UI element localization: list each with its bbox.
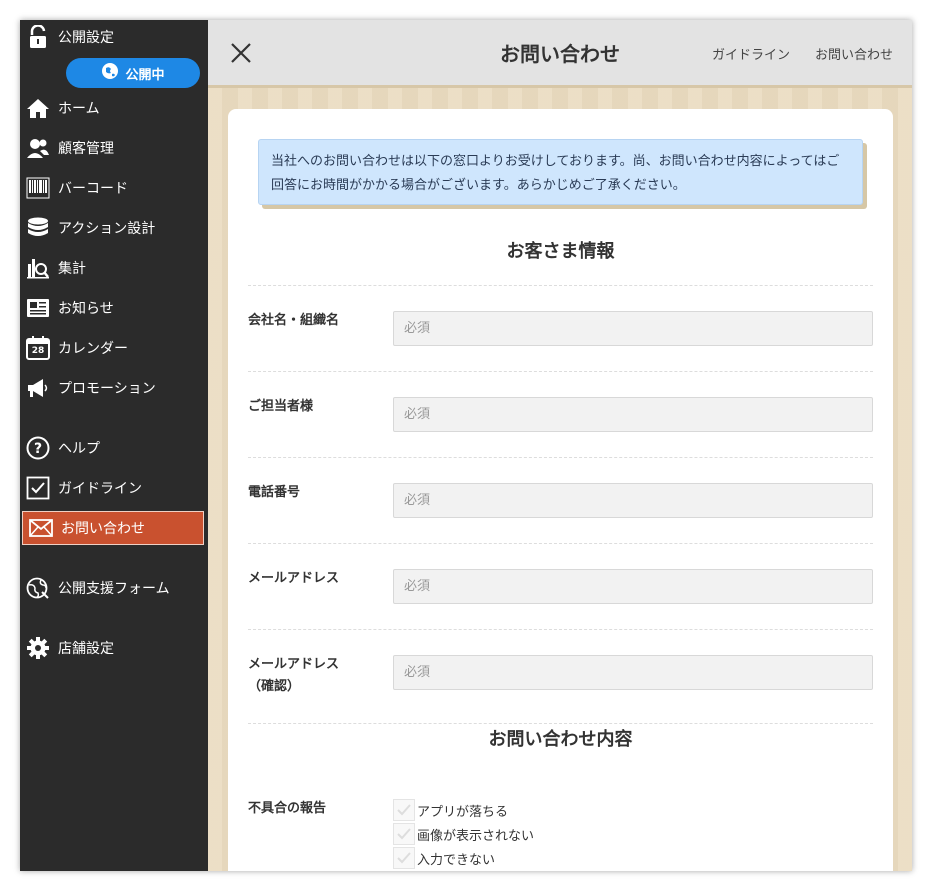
header-bar: お問い合わせ ガイドライン お問い合わせ — [208, 20, 912, 88]
checkbox-image-not-shown[interactable]: 画像が表示されない — [393, 823, 534, 845]
barcode-icon — [26, 176, 50, 200]
section-title-inquiry: お問い合わせ内容 — [488, 729, 633, 750]
checkbox[interactable] — [393, 823, 415, 845]
sidebar-item-guideline[interactable]: ガイドライン — [20, 471, 208, 505]
app-window: 公開設定 公開中 ホーム 顧客管理 バーコード アクション設計 集計 お知らせ … — [20, 20, 912, 871]
divider — [248, 723, 873, 724]
page-title: お問い合わせ — [500, 42, 620, 66]
sidebar-item-label: お知らせ — [58, 301, 114, 317]
users-icon — [26, 136, 50, 160]
header-link-contact[interactable]: お問い合わせ — [815, 44, 893, 63]
phone-input[interactable] — [393, 483, 873, 518]
checkbox[interactable] — [393, 799, 415, 821]
sidebar-item-label: ホーム — [58, 101, 100, 117]
sidebar-item-label: 店舗設定 — [58, 641, 114, 657]
sidebar-item-stats[interactable]: 集計 — [20, 251, 208, 285]
sidebar-item-help[interactable]: ? ヘルプ — [20, 431, 208, 465]
sidebar-item-contact[interactable]: お問い合わせ — [22, 511, 204, 545]
divider — [248, 285, 873, 286]
contact-person-label: ご担当者様 — [248, 399, 314, 414]
checkbox[interactable] — [393, 847, 415, 869]
email-confirm-label: メールアドレス （確認） — [248, 654, 339, 698]
publish-setting-item[interactable]: 公開設定 — [20, 20, 208, 54]
sidebar-item-news[interactable]: お知らせ — [20, 291, 208, 325]
main-area: お問い合わせ ガイドライン お問い合わせ 当社へのお問い合わせは以下の窓口よりお… — [208, 20, 912, 871]
sidebar-item-home[interactable]: ホーム — [20, 91, 208, 125]
close-button[interactable] — [228, 40, 254, 66]
email-confirm-input[interactable] — [393, 655, 873, 690]
help-icon: ? — [26, 436, 50, 460]
sidebar-item-calendar[interactable]: 28 カレンダー — [20, 331, 208, 365]
divider — [248, 371, 873, 372]
sidebar-item-label: ガイドライン — [58, 481, 142, 497]
checkbox-label: 入力できない — [417, 852, 496, 868]
header-link-guideline[interactable]: ガイドライン — [712, 44, 790, 63]
sidebar-item-barcode[interactable]: バーコード — [20, 171, 208, 205]
sidebar-item-label: 集計 — [58, 261, 86, 277]
sidebar-item-label: 顧客管理 — [58, 141, 114, 157]
sidebar-item-support-form[interactable]: 公開支援フォーム — [20, 571, 208, 605]
sidebar-item-label: カレンダー — [58, 341, 128, 357]
calendar-day: 28 — [31, 346, 45, 356]
section-title-customer-info: お客さま情報 — [506, 241, 615, 262]
checkbox-label: アプリが落ちる — [417, 804, 509, 820]
unlock-icon — [26, 25, 50, 49]
checkbox-app-crash[interactable]: アプリが落ちる — [393, 799, 508, 821]
sidebar-item-store-settings[interactable]: 店舗設定 — [20, 631, 208, 665]
sidebar-item-label: 公開支援フォーム — [58, 581, 170, 597]
sidebar-item-label: プロモーション — [58, 381, 156, 397]
email-confirm-label-sub: （確認） — [248, 679, 301, 694]
check-icon — [397, 852, 411, 864]
publish-status-label: 公開中 — [125, 67, 165, 83]
contact-form-card: 当社へのお問い合わせは以下の窓口よりお受けしております。尚、お問い合わせ内容によ… — [228, 109, 893, 871]
sidebar-item-label: アクション設計 — [58, 221, 156, 237]
svg-text:?: ? — [34, 441, 42, 457]
phone-label: 電話番号 — [248, 485, 301, 500]
mail-icon — [29, 516, 53, 540]
publish-setting-label: 公開設定 — [58, 30, 114, 46]
divider — [248, 629, 873, 630]
sidebar-item-promotion[interactable]: プロモーション — [20, 371, 208, 405]
divider — [248, 457, 873, 458]
sidebar-item-label: ヘルプ — [58, 441, 100, 457]
publish-status-button[interactable]: 公開中 — [66, 58, 200, 88]
email-confirm-label-main: メールアドレス — [248, 657, 340, 672]
close-icon — [231, 43, 251, 63]
newspaper-icon — [26, 296, 50, 320]
checkbox-icon — [26, 476, 50, 500]
notice-box: 当社へのお問い合わせは以下の窓口よりお受けしております。尚、お問い合わせ内容によ… — [258, 139, 863, 205]
sidebar-item-label: お問い合わせ — [61, 521, 145, 537]
globe-icon — [101, 62, 119, 84]
defect-report-label: 不具合の報告 — [248, 801, 327, 816]
megaphone-icon — [26, 376, 50, 400]
company-input[interactable] — [393, 311, 873, 346]
email-input[interactable] — [393, 569, 873, 604]
sidebar: 公開設定 公開中 ホーム 顧客管理 バーコード アクション設計 集計 お知らせ … — [20, 20, 208, 871]
gear-icon — [26, 636, 50, 660]
checkbox-cannot-input[interactable]: 入力できない — [393, 847, 495, 869]
globe-icon — [26, 576, 50, 600]
contact-person-input[interactable] — [393, 397, 873, 432]
sidebar-item-label: バーコード — [58, 181, 128, 197]
company-label: 会社名・組織名 — [248, 313, 340, 328]
database-icon — [26, 216, 50, 240]
calendar-icon: 28 — [26, 336, 50, 360]
sidebar-item-action-design[interactable]: アクション設計 — [20, 211, 208, 245]
chart-icon — [26, 256, 50, 280]
check-icon — [397, 804, 411, 816]
divider — [248, 543, 873, 544]
check-icon — [397, 828, 411, 840]
sidebar-item-customers[interactable]: 顧客管理 — [20, 131, 208, 165]
checkbox-label: 画像が表示されない — [417, 828, 535, 844]
email-label: メールアドレス — [248, 571, 340, 586]
home-icon — [26, 96, 50, 120]
